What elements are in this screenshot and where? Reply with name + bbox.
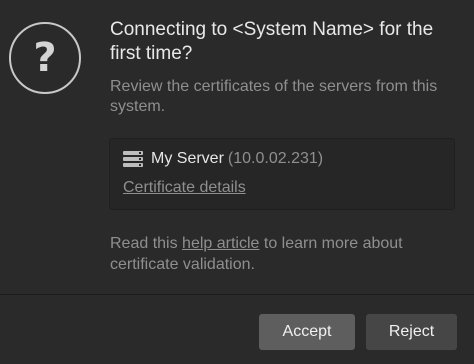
- question-mark-icon: ?: [9, 22, 81, 94]
- accept-button[interactable]: Accept: [259, 314, 355, 350]
- server-name: My Server: [151, 150, 224, 167]
- reject-button[interactable]: Reject: [366, 314, 457, 350]
- server-row: My Server (10.0.02.231): [123, 150, 323, 168]
- dialog-title: Connecting to <System Name> for the firs…: [110, 19, 434, 64]
- server-icon: [123, 151, 143, 167]
- dialog-subtitle: Review the certificates of the servers f…: [110, 78, 438, 115]
- help-article-link[interactable]: help article: [182, 235, 259, 252]
- first-connection-dialog: ? Connecting to <System Name> for the fi…: [0, 0, 474, 364]
- server-ip: (10.0.02.231): [227, 150, 324, 167]
- help-text-prefix: Read this: [110, 235, 183, 252]
- question-mark-glyph: ?: [33, 35, 57, 81]
- footer-divider: [0, 294, 474, 295]
- server-card: My Server (10.0.02.231) Certificate deta…: [109, 138, 455, 210]
- certificate-details-link[interactable]: Certificate details: [123, 179, 246, 197]
- help-text: Read this help article to learn more abo…: [110, 233, 460, 275]
